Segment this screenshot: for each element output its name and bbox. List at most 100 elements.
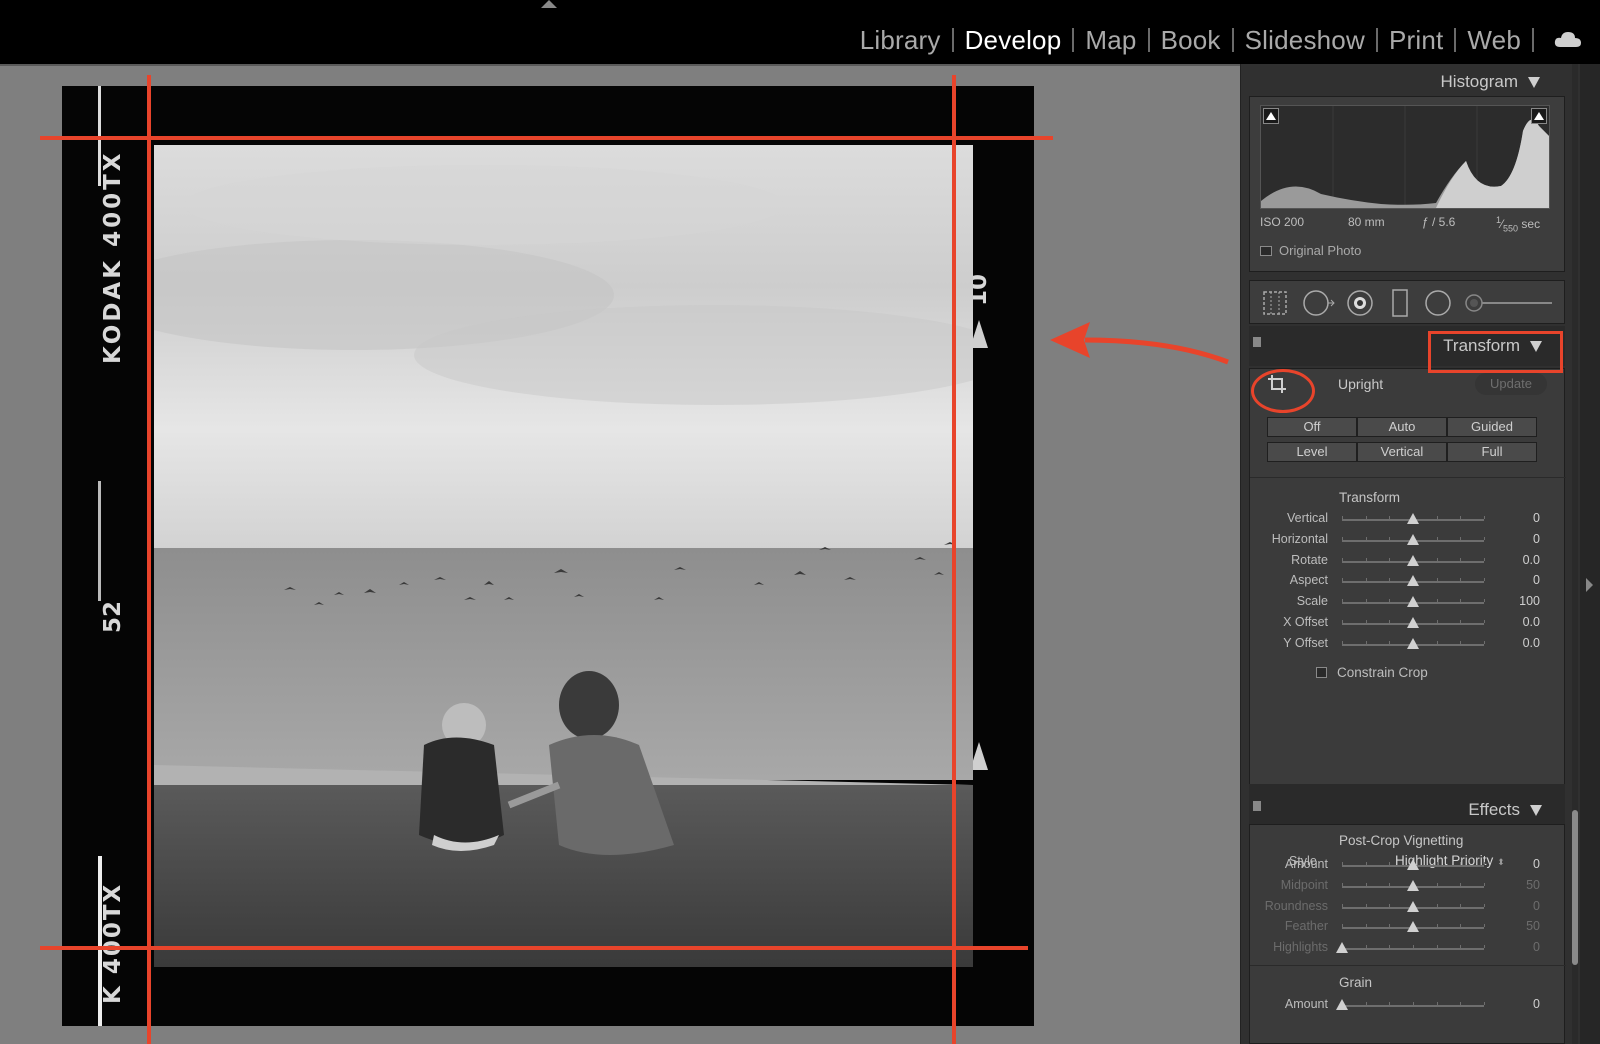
slider-tick — [1436, 578, 1438, 582]
histogram-header[interactable]: Histogram — [1441, 72, 1540, 92]
effects-header[interactable]: Effects — [1468, 800, 1542, 820]
slider-value[interactable]: 0 — [1533, 899, 1540, 913]
slider-handle[interactable] — [1407, 859, 1419, 870]
module-web[interactable]: Web — [1456, 25, 1532, 56]
slider-track[interactable] — [1342, 879, 1485, 891]
slider-value[interactable]: 0 — [1533, 511, 1540, 525]
slider-handle[interactable] — [1407, 921, 1419, 933]
panel-switch-icon[interactable] — [1253, 337, 1261, 347]
slider-track[interactable] — [1342, 859, 1485, 870]
slider-value[interactable]: 0 — [1533, 857, 1540, 871]
slider-track[interactable] — [1342, 533, 1485, 545]
cloud-sync-icon[interactable] — [1554, 30, 1582, 48]
constrain-crop-checkbox[interactable] — [1316, 667, 1327, 678]
slider-value[interactable]: 0.0 — [1523, 615, 1540, 629]
slider-value[interactable]: 0.0 — [1523, 636, 1540, 650]
slider-handle[interactable] — [1407, 554, 1419, 566]
slider-value[interactable]: 0 — [1533, 997, 1540, 1011]
upright-full-button[interactable]: Full — [1447, 442, 1537, 462]
slider-x-offset[interactable]: X Offset 0.0 — [1250, 613, 1566, 633]
slider-handle[interactable] — [1407, 533, 1419, 545]
module-library[interactable]: Library — [849, 25, 952, 56]
slider-value[interactable]: 100 — [1519, 594, 1540, 608]
slider-handle[interactable] — [1336, 999, 1348, 1010]
module-slideshow[interactable]: Slideshow — [1234, 25, 1376, 56]
slider-handle[interactable] — [1407, 575, 1419, 587]
original-photo-checkbox[interactable] — [1260, 245, 1272, 256]
slider-value[interactable]: 0.0 — [1523, 553, 1540, 567]
slider-handle[interactable] — [1407, 596, 1419, 608]
upright-level-button[interactable]: Level — [1267, 442, 1357, 462]
slider-tick — [1436, 945, 1438, 949]
constrain-crop-toggle[interactable]: Constrain Crop — [1316, 665, 1428, 680]
slider-tick — [1460, 516, 1462, 519]
slider-horizontal[interactable]: Horizontal 0 — [1250, 530, 1566, 550]
slider-track[interactable] — [1336, 999, 1485, 1010]
module-book[interactable]: Book — [1150, 25, 1232, 56]
original-photo-toggle[interactable]: Original Photo — [1260, 243, 1361, 258]
right-panel-toggle-strip[interactable] — [1580, 64, 1600, 1044]
slider-track[interactable] — [1342, 575, 1485, 587]
radial-filter-icon[interactable] — [1424, 289, 1452, 317]
slider-track[interactable] — [1342, 637, 1485, 649]
slider-value[interactable]: 50 — [1526, 878, 1540, 892]
upright-guided-button[interactable]: Guided — [1447, 417, 1537, 437]
slider-handle[interactable] — [1407, 513, 1419, 524]
slider-feather[interactable]: Feather 50 — [1250, 917, 1566, 937]
histogram-graph[interactable] — [1260, 105, 1550, 209]
slider-track[interactable] — [1342, 554, 1485, 566]
slider-value[interactable]: 0 — [1533, 573, 1540, 587]
panel-switch-icon[interactable] — [1253, 801, 1261, 811]
slider-track[interactable] — [1336, 942, 1485, 954]
module-develop[interactable]: Develop — [954, 25, 1073, 56]
slider-value[interactable]: 0 — [1533, 532, 1540, 546]
slider-highlights[interactable]: Highlights 0 — [1250, 938, 1566, 958]
slider-rotate[interactable]: Rotate 0.0 — [1250, 551, 1566, 571]
exif-iso: ISO 200 — [1260, 215, 1305, 229]
slider-track[interactable] — [1342, 617, 1485, 628]
slider-y-offset[interactable]: Y Offset 0.0 — [1250, 634, 1566, 654]
collapse-triangle-icon[interactable] — [1530, 804, 1542, 816]
highlight-clipping-icon[interactable] — [1531, 108, 1547, 124]
module-map[interactable]: Map — [1074, 25, 1147, 56]
scrollbar-thumb[interactable] — [1572, 810, 1578, 965]
module-print[interactable]: Print — [1378, 25, 1454, 56]
slider-midpoint[interactable]: Midpoint 50 — [1250, 876, 1566, 896]
slider-handle[interactable] — [1407, 637, 1419, 649]
slider-track[interactable] — [1342, 921, 1485, 933]
slider-vertical[interactable]: Vertical 0 — [1250, 509, 1566, 529]
graduated-filter-icon[interactable] — [1390, 287, 1410, 319]
slider-tick — [1484, 903, 1485, 907]
slider-amount[interactable]: Amount 0 — [1250, 855, 1566, 875]
slider-roundness[interactable]: Roundness 0 — [1250, 897, 1566, 917]
collapse-top-panel-icon[interactable] — [541, 0, 557, 8]
spot-removal-icon[interactable] — [1302, 289, 1336, 317]
slider-amount[interactable]: Amount 0 — [1250, 995, 1566, 1015]
slider-aspect[interactable]: Aspect 0 — [1250, 571, 1566, 591]
slider-tick — [1436, 557, 1438, 561]
upright-auto-button[interactable]: Auto — [1357, 417, 1447, 437]
adjustment-brush-icon[interactable] — [1464, 293, 1554, 313]
crop-overlay-icon[interactable] — [1262, 290, 1288, 316]
slider-value[interactable]: 50 — [1526, 919, 1540, 933]
upright-mode-row-2: Level Vertical Full — [1267, 442, 1537, 462]
slider-handle[interactable] — [1407, 900, 1419, 912]
slider-handle[interactable] — [1336, 942, 1348, 954]
slider-track[interactable] — [1342, 900, 1485, 912]
slider-label: Roundness — [1264, 898, 1328, 913]
collapse-triangle-icon[interactable] — [1528, 76, 1540, 88]
slider-label: Midpoint — [1280, 877, 1328, 892]
slider-track[interactable] — [1342, 513, 1485, 524]
slider-scale[interactable]: Scale 100 — [1250, 592, 1566, 612]
slider-value[interactable]: 0 — [1533, 940, 1540, 954]
slider-handle[interactable] — [1407, 879, 1419, 891]
shadow-clipping-icon[interactable] — [1263, 108, 1279, 124]
slider-track[interactable] — [1342, 596, 1485, 608]
upright-update-button[interactable]: Update — [1475, 373, 1547, 395]
red-eye-icon[interactable] — [1346, 289, 1374, 317]
collapse-right-panel-icon[interactable] — [1586, 578, 1593, 592]
upright-vertical-button[interactable]: Vertical — [1357, 442, 1447, 462]
slider-handle[interactable] — [1407, 617, 1419, 628]
upright-off-button[interactable]: Off — [1267, 417, 1357, 437]
panel-scrollbar[interactable] — [1572, 64, 1578, 1044]
